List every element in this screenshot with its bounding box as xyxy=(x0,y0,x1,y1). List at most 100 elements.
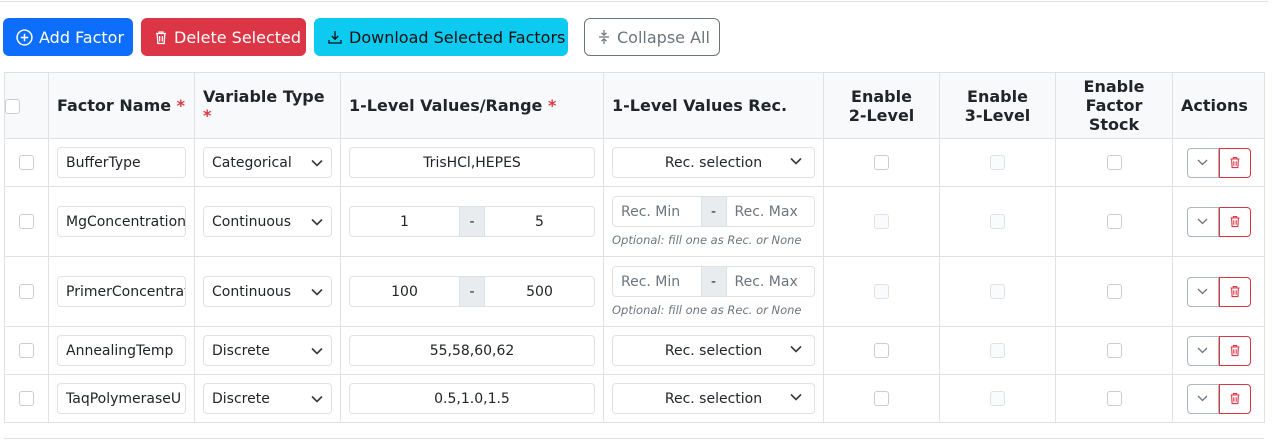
variable-type-select[interactable]: Continuous xyxy=(203,206,332,237)
delete-row-button[interactable] xyxy=(1218,335,1251,366)
rec-max-input[interactable]: Rec. Max xyxy=(727,197,815,226)
row-select-checkbox[interactable] xyxy=(19,155,34,170)
factor-name-input[interactable]: BufferType xyxy=(57,147,186,178)
header-level-rec: 1-Level Values Rec. xyxy=(603,72,824,139)
enable-factor-stock-checkbox[interactable] xyxy=(1106,214,1122,229)
enable-3-level-checkbox xyxy=(990,343,1005,358)
table-header-row: Factor Name * Variable Type * 1-Level Va… xyxy=(4,72,1265,139)
row-select-checkbox[interactable] xyxy=(19,343,34,358)
range-max-input[interactable]: 500 xyxy=(485,277,594,306)
enable-3-level-checkbox xyxy=(990,284,1005,299)
chevron-down-icon xyxy=(311,218,323,226)
select-all-checkbox[interactable] xyxy=(5,99,20,114)
chevron-down-icon xyxy=(311,159,323,167)
chevron-down-icon xyxy=(311,395,323,403)
collapse-all-button[interactable]: Collapse All xyxy=(584,18,720,56)
enable-3-level-checkbox xyxy=(990,391,1005,406)
rec-selection-select[interactable]: Rec. selection xyxy=(612,335,815,366)
enable-3-level-checkbox xyxy=(990,155,1005,170)
delete-row-button[interactable] xyxy=(1218,383,1251,414)
header-factor-name: Factor Name * xyxy=(48,72,195,139)
expand-row-button[interactable] xyxy=(1186,147,1219,178)
range-input-group: 100 - 500 xyxy=(349,276,595,307)
download-selected-label: Download Selected Factors xyxy=(349,27,566,47)
download-selected-button[interactable]: Download Selected Factors xyxy=(314,18,568,56)
expand-row-button[interactable] xyxy=(1186,206,1219,237)
factor-name-input[interactable]: AnnealingTemp xyxy=(57,335,186,366)
enable-factor-stock-checkbox[interactable] xyxy=(1106,391,1122,406)
header-level-values: 1-Level Values/Range * xyxy=(340,72,604,139)
enable-factor-stock-checkbox[interactable] xyxy=(1106,343,1122,358)
header-actions: Actions xyxy=(1172,72,1265,139)
chevron-down-icon xyxy=(790,345,802,353)
factor-name-input[interactable]: TaqPolymeraseU xyxy=(57,383,186,414)
chevron-down-icon xyxy=(1197,159,1208,166)
rec-selection-select[interactable]: Rec. selection xyxy=(612,383,815,414)
select-all-cell xyxy=(4,72,49,139)
rec-min-input[interactable]: Rec. Min xyxy=(613,267,701,296)
level-values-input[interactable]: 0.5,1.0,1.5 xyxy=(349,383,595,414)
table-row: PrimerConcentration Continuous 100 - 500… xyxy=(4,256,1265,327)
header-enable-3-level: Enable 3-Level xyxy=(939,72,1056,139)
header-enable-2-level: Enable 2-Level xyxy=(823,72,940,139)
enable-3-level-checkbox xyxy=(990,214,1005,229)
chevron-down-icon xyxy=(1197,395,1208,402)
range-separator: - xyxy=(700,197,727,226)
delete-row-button[interactable] xyxy=(1218,206,1251,237)
row-select-checkbox[interactable] xyxy=(19,391,34,406)
expand-row-button[interactable] xyxy=(1186,276,1219,307)
trash-icon xyxy=(1230,286,1239,298)
range-min-input[interactable]: 100 xyxy=(350,277,459,306)
range-max-input[interactable]: 5 xyxy=(485,207,594,236)
factor-name-input[interactable]: MgConcentration xyxy=(57,206,186,237)
chevron-down-icon xyxy=(1197,218,1208,225)
row-select-checkbox[interactable] xyxy=(19,284,34,299)
row-select-checkbox[interactable] xyxy=(19,214,34,229)
bottom-divider xyxy=(4,438,1264,439)
trash-icon xyxy=(1230,157,1239,169)
enable-2-level-checkbox[interactable] xyxy=(874,391,889,406)
level-values-input[interactable]: TrisHCl,HEPES xyxy=(349,147,595,178)
variable-type-select[interactable]: Discrete xyxy=(203,335,332,366)
rec-min-input[interactable]: Rec. Min xyxy=(613,197,701,226)
rec-hint-text: Optional: fill one as Rec. or None xyxy=(612,303,802,317)
chevron-down-icon xyxy=(1197,347,1208,354)
collapse-icon xyxy=(599,30,609,44)
collapse-all-label: Collapse All xyxy=(617,27,710,47)
delete-selected-button[interactable]: Delete Selected xyxy=(141,18,306,56)
download-icon xyxy=(328,31,342,44)
header-enable-factor-stock: Enable Factor Stock xyxy=(1055,72,1173,139)
rec-max-input[interactable]: Rec. Max xyxy=(727,267,815,296)
level-values-input[interactable]: 55,58,60,62 xyxy=(349,335,595,366)
rec-selection-select[interactable]: Rec. selection xyxy=(612,147,815,178)
delete-row-button[interactable] xyxy=(1218,147,1251,178)
top-divider xyxy=(0,1,1268,2)
enable-factor-stock-checkbox[interactable] xyxy=(1106,284,1122,299)
trash-icon xyxy=(1230,345,1239,357)
variable-type-select[interactable]: Discrete xyxy=(203,383,332,414)
expand-row-button[interactable] xyxy=(1186,335,1219,366)
add-factor-button[interactable]: Add Factor xyxy=(3,18,133,56)
variable-type-select[interactable]: Categorical xyxy=(203,147,332,178)
range-input-group: 1 - 5 xyxy=(349,206,595,237)
delete-row-button[interactable] xyxy=(1218,276,1251,307)
factor-table: Factor Name * Variable Type * 1-Level Va… xyxy=(4,72,1265,423)
chevron-down-icon xyxy=(790,393,802,401)
enable-2-level-checkbox xyxy=(874,284,889,299)
range-separator: - xyxy=(700,267,727,296)
rec-range-input-group: Rec. Min - Rec. Max xyxy=(612,196,815,227)
enable-2-level-checkbox xyxy=(874,214,889,229)
enable-2-level-checkbox[interactable] xyxy=(874,343,889,358)
expand-row-button[interactable] xyxy=(1186,383,1219,414)
toolbar: Add Factor Delete Selected Download Sele… xyxy=(3,18,720,56)
enable-2-level-checkbox[interactable] xyxy=(874,155,889,170)
trash-icon xyxy=(156,30,166,44)
plus-circle-icon xyxy=(16,28,33,46)
trash-icon xyxy=(1230,393,1239,405)
enable-factor-stock-checkbox[interactable] xyxy=(1106,155,1122,170)
variable-type-select[interactable]: Continuous xyxy=(203,276,332,307)
range-min-input[interactable]: 1 xyxy=(350,207,459,236)
delete-selected-label: Delete Selected xyxy=(174,27,302,47)
range-separator: - xyxy=(459,207,485,236)
factor-name-input[interactable]: PrimerConcentration xyxy=(57,276,186,307)
